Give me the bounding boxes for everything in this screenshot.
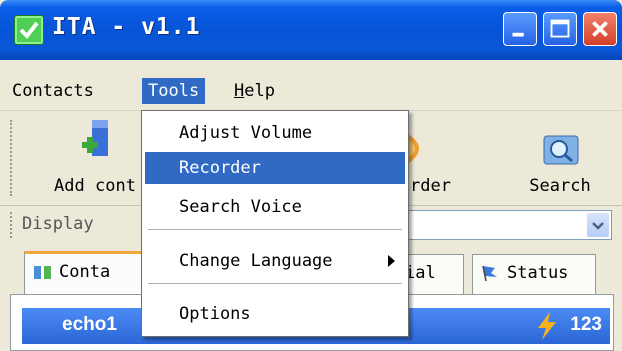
menu-help[interactable]: Help: [228, 78, 281, 104]
tab-dial-label: ial: [405, 263, 436, 283]
add-contact-button[interactable]: Add cont: [40, 112, 150, 206]
tab-status-label: Status: [507, 263, 569, 283]
menu-contacts[interactable]: Contacts: [6, 78, 100, 104]
menu-separator: [148, 229, 402, 230]
display-grip[interactable]: [10, 212, 16, 238]
tools-menu: Adjust Volume Recorder Search Voice Chan…: [141, 110, 409, 337]
chevron-down-icon: [592, 222, 604, 230]
app-window: ITA - v1.1 Contacts Tools Help Add cont: [0, 0, 622, 351]
menu-help-mnemonic: H: [234, 81, 245, 101]
tab-status[interactable]: Status: [472, 254, 596, 294]
minimize-button[interactable]: [503, 12, 537, 46]
maximize-button[interactable]: [543, 12, 577, 46]
close-button[interactable]: [583, 12, 617, 46]
add-contact-label: Add cont: [54, 176, 136, 196]
display-dropdown-button[interactable]: [587, 213, 609, 237]
status-flag-icon: [482, 265, 497, 282]
title-bar[interactable]: ITA - v1.1: [0, 0, 622, 60]
menu-tools[interactable]: Tools: [142, 78, 206, 104]
tab-dial[interactable]: ial: [402, 254, 464, 294]
toolbar-grip[interactable]: [10, 120, 16, 196]
contact-name: echo1: [62, 314, 117, 335]
search-button[interactable]: Search: [510, 112, 610, 206]
tab-contacts[interactable]: Conta: [24, 251, 154, 295]
menu-bar: Contacts Tools Help: [0, 72, 622, 111]
menu-item-search-voice[interactable]: Search Voice: [145, 191, 405, 223]
display-label: Display: [22, 214, 94, 234]
submenu-arrow-icon: [388, 255, 395, 267]
menu-help-rest: elp: [244, 81, 275, 101]
recorder-label: rder: [410, 176, 451, 196]
menu-item-recorder[interactable]: Recorder: [145, 152, 405, 184]
menu-item-options[interactable]: Options: [145, 298, 405, 330]
tab-contacts-label: Conta: [59, 262, 111, 282]
recorder-button[interactable]: rder: [408, 112, 468, 206]
change-language-label: Change Language: [179, 251, 333, 271]
contacts-tab-icon: [34, 266, 51, 279]
search-icon: [543, 135, 579, 165]
lightning-icon: [538, 312, 556, 340]
menu-separator: [148, 283, 402, 284]
search-label: Search: [529, 176, 591, 196]
menu-item-adjust-volume[interactable]: Adjust Volume: [145, 117, 405, 149]
app-check-icon: [14, 15, 44, 45]
window-title: ITA - v1.1: [52, 14, 201, 40]
recorder-icon: [408, 134, 419, 164]
add-contact-icon: [82, 120, 108, 156]
menu-item-change-language[interactable]: Change Language: [145, 245, 405, 277]
contact-count: 123: [570, 314, 602, 335]
